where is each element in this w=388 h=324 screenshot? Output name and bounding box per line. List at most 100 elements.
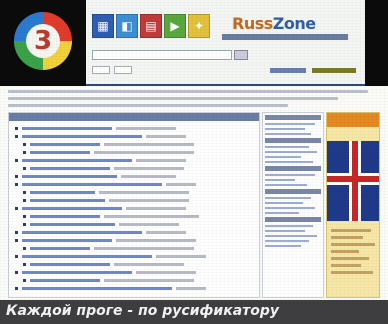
list-item[interactable] xyxy=(15,149,253,157)
list-item-link[interactable] xyxy=(30,247,90,250)
sidebar-links[interactable] xyxy=(265,123,321,135)
sidebar xyxy=(262,112,324,298)
list-item-text xyxy=(116,239,196,242)
list-item-link[interactable] xyxy=(30,223,115,226)
sidebar-links[interactable] xyxy=(265,174,321,186)
list-item-text xyxy=(116,127,176,130)
list-item-link[interactable] xyxy=(22,207,122,210)
bullet-icon xyxy=(15,183,18,186)
list-item[interactable] xyxy=(15,133,253,141)
list-item-text xyxy=(166,183,196,186)
magazine-screenshot: 3 ▦ ◧ ▤ ▶ ✦ RussZone Каждой проге - по р… xyxy=(0,0,388,324)
list-item[interactable] xyxy=(15,261,253,269)
media-icon[interactable]: ▶ xyxy=(164,14,186,38)
search-button[interactable] xyxy=(234,50,248,60)
banner-ad[interactable] xyxy=(326,112,380,298)
sidebar-links[interactable] xyxy=(265,225,321,247)
list-item-link[interactable] xyxy=(30,143,100,146)
sidebar-links[interactable] xyxy=(265,146,321,163)
list-item-link[interactable] xyxy=(22,271,132,274)
search-input[interactable] xyxy=(92,50,232,60)
list-item-link[interactable] xyxy=(22,239,112,242)
bullet-icon xyxy=(23,191,26,194)
list-item[interactable] xyxy=(15,269,253,277)
list-item-text xyxy=(176,287,206,290)
brand-underline xyxy=(222,34,348,40)
list-item-link[interactable] xyxy=(22,127,112,130)
list-item[interactable] xyxy=(15,245,253,253)
list-item-link[interactable] xyxy=(30,191,95,194)
list-item-text xyxy=(94,247,194,250)
brand-part-b: Zone xyxy=(272,14,316,33)
bullet-icon xyxy=(15,127,18,130)
header-link[interactable] xyxy=(270,68,306,73)
list-item[interactable] xyxy=(15,189,253,197)
list-item-text xyxy=(114,263,184,266)
palette-icon[interactable]: ◧ xyxy=(116,14,138,38)
logo-column: 3 xyxy=(0,0,86,86)
bullet-icon xyxy=(23,279,26,282)
list-item-link[interactable] xyxy=(22,159,132,162)
list-item[interactable] xyxy=(15,277,253,285)
login-fields xyxy=(92,66,132,74)
list-item-link[interactable] xyxy=(30,263,110,266)
list-item[interactable] xyxy=(15,141,253,149)
list-item-link[interactable] xyxy=(30,215,100,218)
list-item[interactable] xyxy=(15,213,253,221)
list-item[interactable] xyxy=(15,221,253,229)
list-item-text xyxy=(119,223,179,226)
list-item[interactable] xyxy=(15,173,253,181)
list-item-link[interactable] xyxy=(22,287,172,290)
list-item-link[interactable] xyxy=(30,279,100,282)
list-item[interactable] xyxy=(15,197,253,205)
sidebar-links[interactable] xyxy=(265,197,321,214)
header-link[interactable] xyxy=(312,68,356,73)
bullet-icon xyxy=(23,167,26,170)
toolbar-icons: ▦ ◧ ▤ ▶ ✦ xyxy=(92,14,210,38)
list-item-text xyxy=(126,207,186,210)
ad-header xyxy=(327,113,379,127)
list-item-link[interactable] xyxy=(30,167,110,170)
list-item[interactable] xyxy=(15,285,253,293)
union-flag-image xyxy=(327,141,379,221)
site-header: 3 ▦ ◧ ▤ ▶ ✦ RussZone xyxy=(0,0,388,86)
list-item-text xyxy=(146,135,186,138)
password-field[interactable] xyxy=(114,66,132,74)
login-field[interactable] xyxy=(92,66,110,74)
intro-text xyxy=(8,90,380,108)
list-item[interactable] xyxy=(15,125,253,133)
list-item-link[interactable] xyxy=(22,231,142,234)
lightbulb-icon[interactable]: ✦ xyxy=(188,14,210,38)
bullet-icon xyxy=(23,151,26,154)
sidebar-heading xyxy=(265,138,321,143)
list-item-text xyxy=(156,255,206,258)
list-item-text xyxy=(104,143,194,146)
site-brand[interactable]: RussZone xyxy=(232,14,316,33)
list-item-text xyxy=(94,151,194,154)
list-item-text xyxy=(136,271,196,274)
list-item[interactable] xyxy=(15,237,253,245)
ad-text xyxy=(331,229,377,278)
list-item[interactable] xyxy=(15,205,253,213)
sidebar-heading xyxy=(265,115,321,120)
main-content xyxy=(8,112,260,298)
brand-part-a: Russ xyxy=(232,14,273,33)
image-caption: Каждой проге - по русификатору xyxy=(0,300,388,324)
bullet-icon xyxy=(15,159,18,162)
bullet-icon xyxy=(23,215,26,218)
list-item-link[interactable] xyxy=(22,183,162,186)
bullet-icon xyxy=(23,263,26,266)
windows-icon[interactable]: ▦ xyxy=(92,14,114,38)
list-item-link[interactable] xyxy=(30,151,90,154)
header-edge xyxy=(365,0,388,86)
list-item-link[interactable] xyxy=(22,255,152,258)
list-item[interactable] xyxy=(15,253,253,261)
list-item[interactable] xyxy=(15,157,253,165)
list-item[interactable] xyxy=(15,181,253,189)
folder-icon[interactable]: ▤ xyxy=(140,14,162,38)
list-item[interactable] xyxy=(15,229,253,237)
list-item-link[interactable] xyxy=(22,135,142,138)
list-item-link[interactable] xyxy=(30,199,105,202)
list-item[interactable] xyxy=(15,165,253,173)
list-item-link[interactable] xyxy=(22,175,117,178)
